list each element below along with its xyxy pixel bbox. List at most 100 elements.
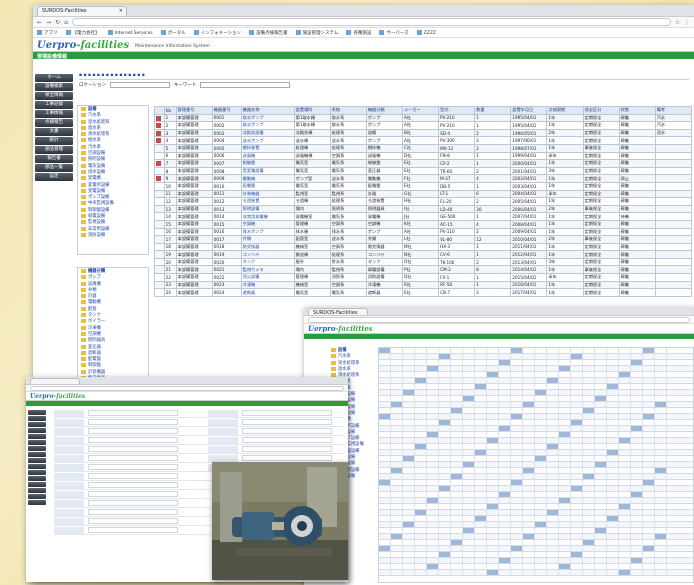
schedule-cell[interactable] (643, 432, 655, 437)
schedule-cell[interactable] (631, 564, 643, 569)
schedule-cell[interactable] (643, 492, 655, 497)
schedule-cell[interactable] (535, 540, 547, 545)
schedule-cell[interactable] (487, 348, 499, 353)
schedule-cell[interactable] (463, 450, 475, 455)
schedule-cell[interactable] (559, 570, 571, 575)
schedule-cell[interactable] (439, 360, 451, 365)
detail-sidebar-item[interactable] (28, 446, 46, 451)
table-cell[interactable]: 計装機器 (240, 189, 295, 199)
schedule-cell[interactable] (559, 552, 571, 557)
column-header[interactable]: 管理番号 (175, 106, 213, 115)
schedule-cell[interactable] (535, 486, 547, 491)
schedule-cell[interactable] (643, 456, 655, 461)
schedule-cell[interactable] (631, 480, 643, 485)
row-checkbox[interactable] (154, 181, 165, 191)
schedule-cell[interactable] (439, 450, 451, 455)
form-field[interactable] (88, 482, 178, 488)
schedule-cell[interactable] (583, 558, 595, 563)
schedule-cell[interactable] (475, 498, 487, 503)
form-field[interactable] (242, 428, 332, 434)
bookmark-item[interactable]: ZZZZ (416, 29, 436, 36)
schedule-cell[interactable] (523, 420, 535, 425)
schedule-cell[interactable] (655, 414, 667, 419)
schedule-cell[interactable] (619, 570, 631, 575)
schedule-cell[interactable] (559, 522, 571, 527)
schedule-cell[interactable] (451, 420, 463, 425)
schedule-cell[interactable] (643, 462, 655, 467)
schedule-cell[interactable] (523, 384, 535, 389)
schedule-cell[interactable] (595, 504, 607, 509)
schedule-cell[interactable] (475, 558, 487, 563)
schedule-cell[interactable] (523, 528, 535, 533)
detail-sidebar-item[interactable] (28, 482, 46, 487)
schedule-cell[interactable] (523, 450, 535, 455)
schedule-cell[interactable] (607, 354, 619, 359)
back-icon[interactable]: ← (37, 19, 42, 26)
schedule-cell[interactable] (607, 432, 619, 437)
sidebar-item[interactable]: 統計 (35, 137, 73, 145)
schedule-cell[interactable] (547, 444, 559, 449)
schedule-cell[interactable] (475, 372, 487, 377)
table-cell[interactable]: 送風機 (240, 151, 295, 161)
schedule-cell[interactable] (643, 426, 655, 431)
schedule-cell[interactable] (379, 570, 391, 575)
schedule-cell[interactable] (487, 432, 499, 437)
schedule-cell[interactable] (547, 510, 559, 515)
schedule-cell[interactable] (415, 426, 427, 431)
schedule-cell[interactable] (511, 522, 523, 527)
form-field[interactable] (242, 410, 332, 416)
schedule-cell[interactable] (547, 534, 559, 539)
schedule-cell[interactable] (487, 390, 499, 395)
schedule-cell[interactable] (583, 474, 595, 479)
table-row[interactable]: 18 本設備管理 0018 熱交換器 機械室 空調系 熱交換器 M社 HX-3 1 2011/04/… (154, 242, 692, 252)
schedule-cell[interactable] (415, 414, 427, 419)
schedule-cell[interactable] (535, 462, 547, 467)
schedule-cell[interactable] (595, 408, 607, 413)
schedule-cell[interactable] (655, 420, 667, 425)
schedule-cell[interactable] (535, 366, 547, 371)
schedule-cell[interactable] (499, 414, 511, 419)
schedule-cell[interactable] (415, 408, 427, 413)
schedule-cell[interactable] (487, 360, 499, 365)
schedule-cell[interactable] (595, 528, 607, 533)
schedule-cell[interactable] (403, 426, 415, 431)
schedule-cell[interactable] (379, 540, 391, 545)
schedule-cell[interactable] (535, 408, 547, 413)
schedule-cell[interactable] (415, 522, 427, 527)
schedule-cell[interactable] (547, 402, 559, 407)
schedule-cell[interactable] (379, 522, 391, 527)
schedule-cell[interactable] (595, 552, 607, 557)
schedule-cell[interactable] (631, 450, 643, 455)
schedule-cell[interactable] (523, 534, 535, 539)
schedule-cell[interactable] (583, 564, 595, 569)
sidebar-item[interactable]: 報告書 (35, 155, 73, 163)
column-header[interactable]: 系統 (329, 106, 367, 115)
row-checkbox[interactable] (154, 143, 165, 153)
schedule-cell[interactable] (463, 480, 475, 485)
table-row[interactable]: 10 本設備管理 0010 配電盤 電気室 電気系 配電盤 E社 DB-5 1 2003/04/01… (154, 181, 692, 191)
schedule-cell[interactable] (451, 498, 463, 503)
schedule-cell[interactable] (571, 468, 583, 473)
schedule-cell[interactable] (391, 384, 403, 389)
browser-tab-3[interactable] (30, 378, 80, 384)
schedule-cell[interactable] (499, 390, 511, 395)
schedule-cell[interactable] (511, 360, 523, 365)
schedule-cell[interactable] (427, 438, 439, 443)
column-header[interactable]: メーカー (401, 106, 440, 115)
schedule-cell[interactable] (427, 516, 439, 521)
schedule-cell[interactable] (559, 558, 571, 563)
schedule-cell[interactable] (631, 384, 643, 389)
schedule-cell[interactable] (631, 558, 643, 563)
schedule-cell[interactable] (595, 396, 607, 401)
schedule-cell[interactable] (499, 486, 511, 491)
schedule-cell[interactable] (475, 396, 487, 401)
schedule-cell[interactable] (559, 450, 571, 455)
schedule-cell[interactable] (559, 492, 571, 497)
schedule-cell[interactable] (379, 378, 391, 383)
schedule-cell[interactable] (475, 426, 487, 431)
schedule-cell[interactable] (619, 396, 631, 401)
schedule-cell[interactable] (415, 396, 427, 401)
schedule-cell[interactable] (655, 348, 667, 353)
table-cell[interactable]: 制御盤 (240, 159, 295, 168)
table-row[interactable]: 17 本設備管理 0017 弁類 配管室 送水系 弁類 L社 VL-80 12 2010/04/01… (154, 235, 692, 244)
